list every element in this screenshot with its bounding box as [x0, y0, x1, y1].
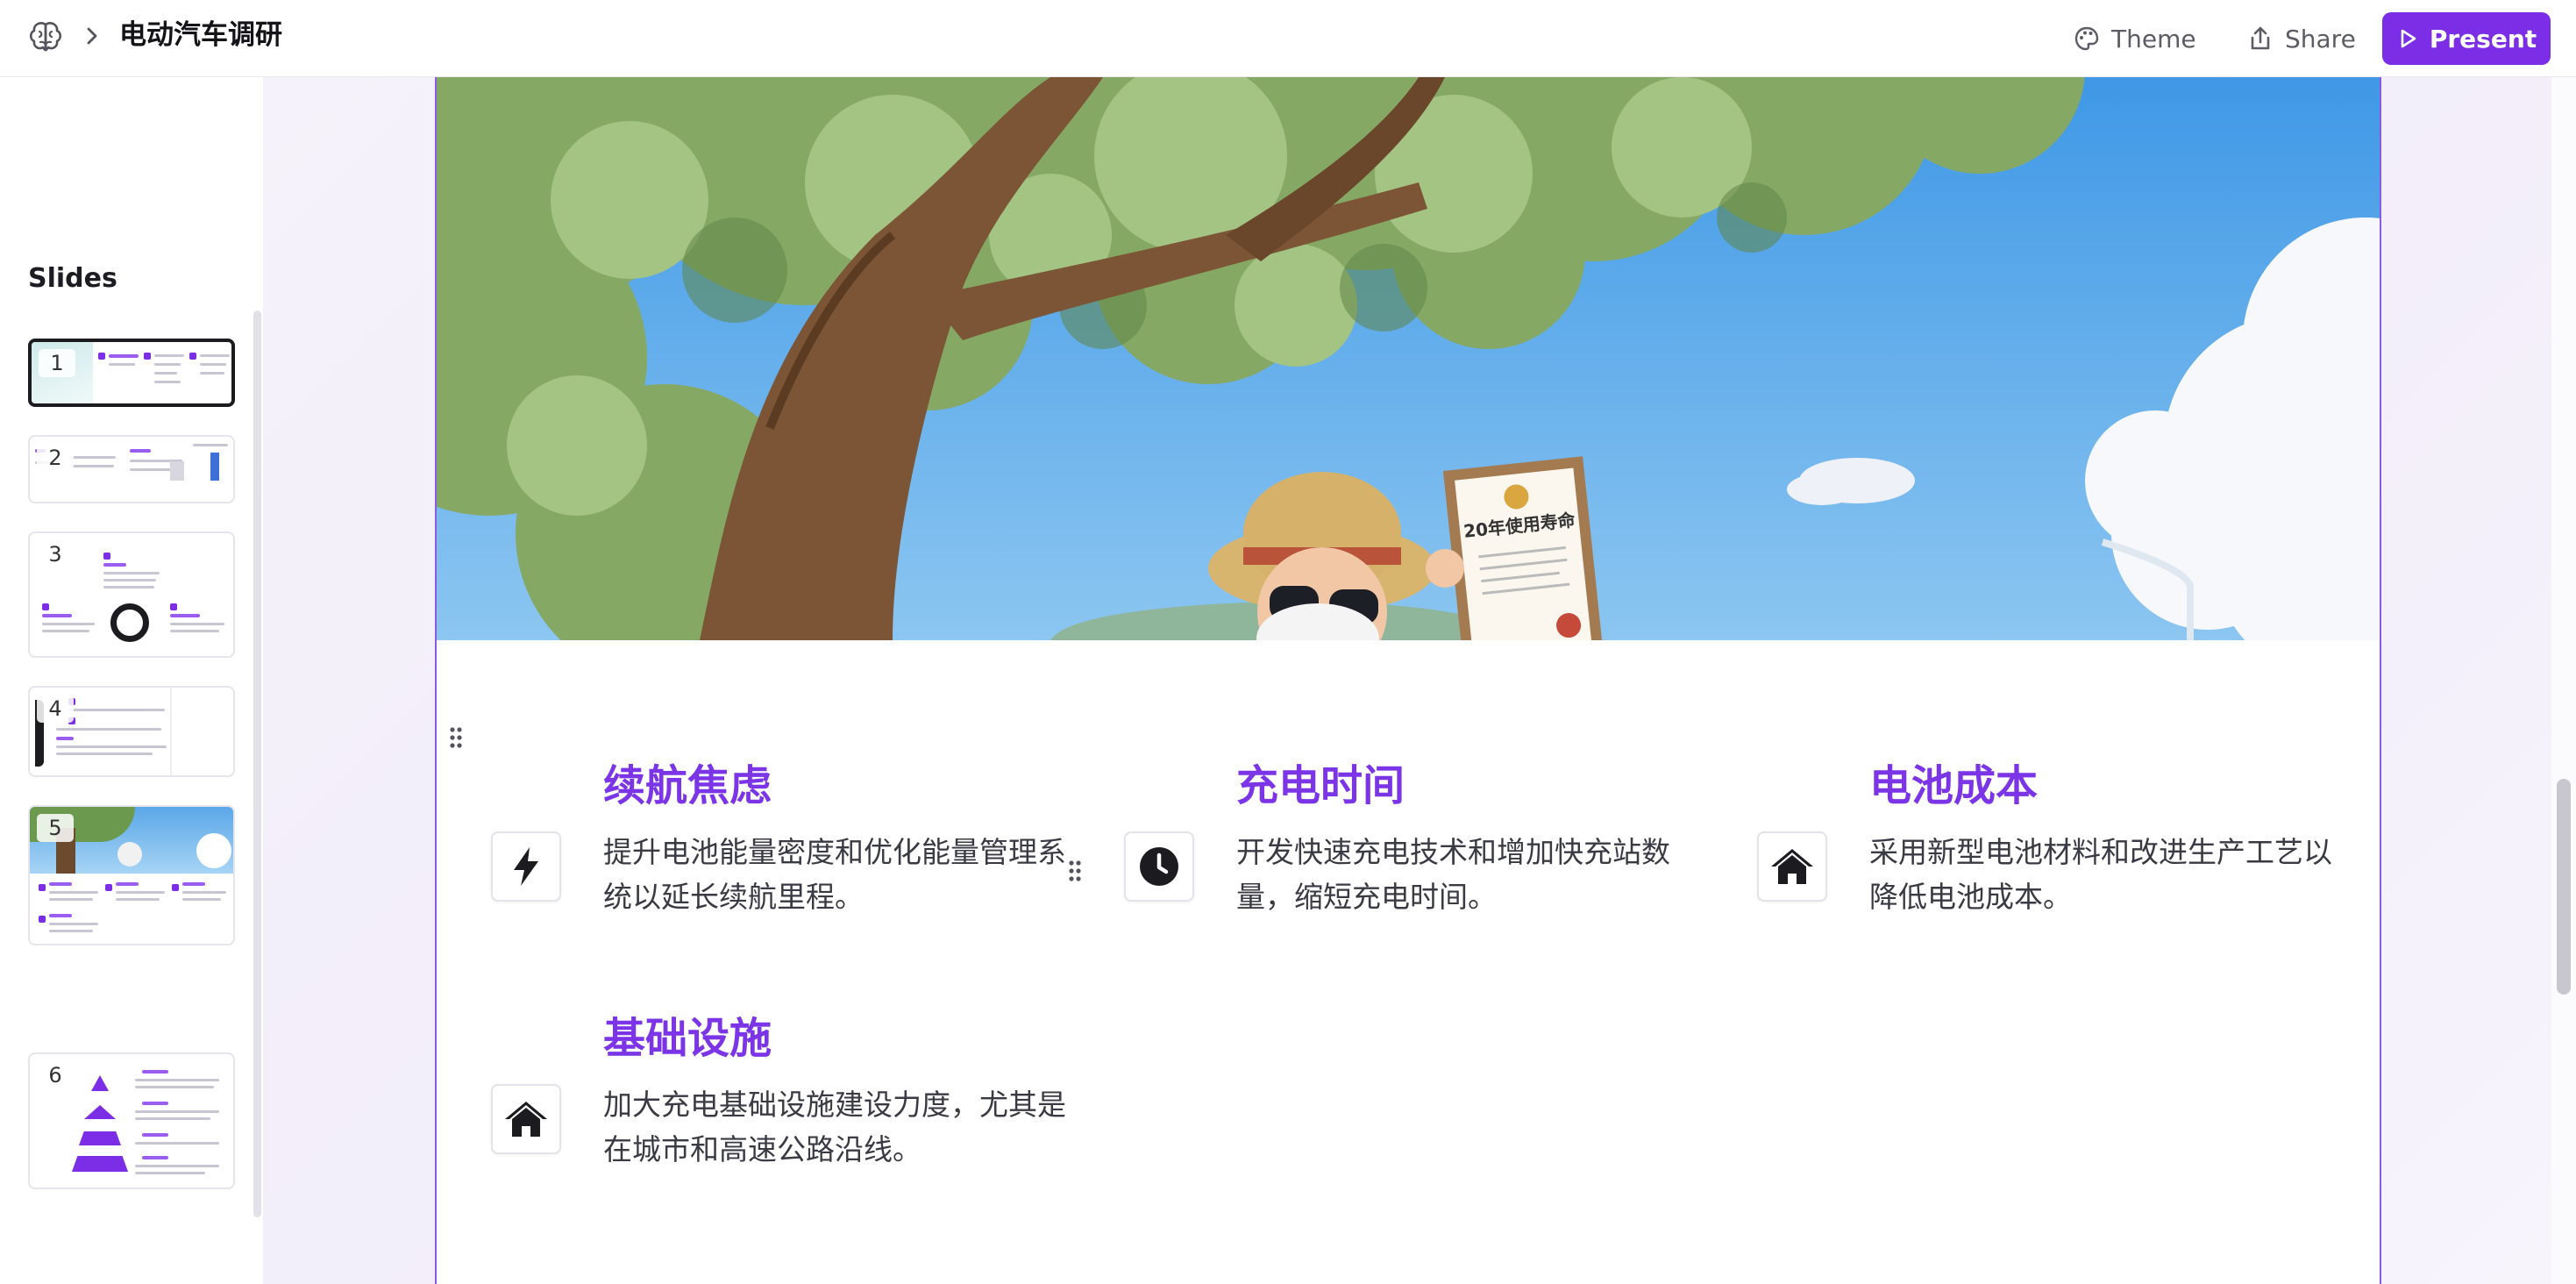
chevron-right-icon	[87, 27, 97, 45]
feature-title: 电池成本	[1869, 761, 2039, 810]
top-bar: 电动汽车调研 Theme Share Present	[0, 0, 2576, 77]
share-label: Share	[2285, 24, 2356, 54]
home-icon	[1771, 849, 1813, 884]
hero-illustration: 20年使用寿命	[437, 77, 2380, 640]
slide-thumbnail-1[interactable]: 1	[28, 339, 235, 407]
slide-card: 20年使用寿命 续航焦虑 提升电池能量密度和优化能量管理系统以延长续航里程。 充…	[435, 77, 2381, 1284]
slide-number: 2	[37, 444, 74, 472]
play-icon	[2401, 29, 2416, 48]
slide-number: 3	[37, 540, 74, 568]
slide-thumbnail-4[interactable]: 4	[28, 686, 235, 777]
slide-thumbnail-5[interactable]: 5	[28, 805, 235, 945]
slide-number: 6	[37, 1061, 74, 1089]
slide-thumbnail-2[interactable]: 2	[28, 435, 235, 503]
feature-title: 续航焦虑	[603, 761, 772, 810]
slides-sidebar: Slides 1 2 3 4 5 6	[0, 77, 263, 1284]
feature-icon-box	[491, 1084, 561, 1154]
hero-image[interactable]: 20年使用寿命	[437, 77, 2380, 640]
slide-number: 4	[37, 695, 74, 723]
feature-icon-box	[1124, 831, 1194, 902]
main-scrollbar-thumb[interactable]	[2557, 779, 2571, 995]
palette-icon	[2074, 26, 2099, 51]
slide-thumbnail-3[interactable]: 3	[28, 531, 235, 658]
slide-thumbnail-6[interactable]: 6	[28, 1052, 235, 1189]
share-button[interactable]: Share	[2234, 12, 2368, 65]
feature-icon-box	[491, 831, 561, 902]
theme-label: Theme	[2111, 24, 2196, 54]
document-title[interactable]: 电动汽车调研	[119, 16, 282, 54]
slide-number: 1	[39, 349, 75, 377]
feature-title: 充电时间	[1236, 761, 1405, 810]
slide-canvas: 20年使用寿命 续航焦虑 提升电池能量密度和优化能量管理系统以延长续航里程。 充…	[263, 77, 2551, 1284]
sidebar-scrollbar[interactable]	[253, 310, 261, 1217]
slide-number: 5	[37, 814, 74, 842]
feature-description: 采用新型电池材料和改进生产工艺以降低电池成本。	[1869, 835, 2332, 914]
home-icon	[505, 1102, 547, 1137]
sidebar-title: Slides	[28, 263, 117, 294]
share-icon	[2251, 26, 2270, 50]
lightning-bolt-icon	[514, 847, 538, 886]
brain-icon[interactable]	[26, 18, 65, 56]
feature-description: 开发快速充电技术和增加快充站数量，缩短充电时间。	[1236, 835, 1670, 914]
feature-icon-box	[1757, 831, 1827, 902]
feature-description: 提升电池能量密度和优化能量管理系统以延长续航里程。	[603, 835, 1066, 914]
theme-button[interactable]: Theme	[2060, 12, 2209, 65]
feature-title: 基础设施	[603, 1014, 772, 1063]
present-label: Present	[2429, 24, 2537, 54]
feature-description: 加大充电基础设施建设力度，尤其是在城市和高速公路沿线。	[603, 1088, 1066, 1166]
present-button[interactable]: Present	[2382, 12, 2551, 65]
main-scrollbar-track[interactable]	[2551, 77, 2576, 1284]
drag-handle-icon[interactable]	[449, 726, 463, 749]
clock-icon	[1140, 847, 1178, 886]
